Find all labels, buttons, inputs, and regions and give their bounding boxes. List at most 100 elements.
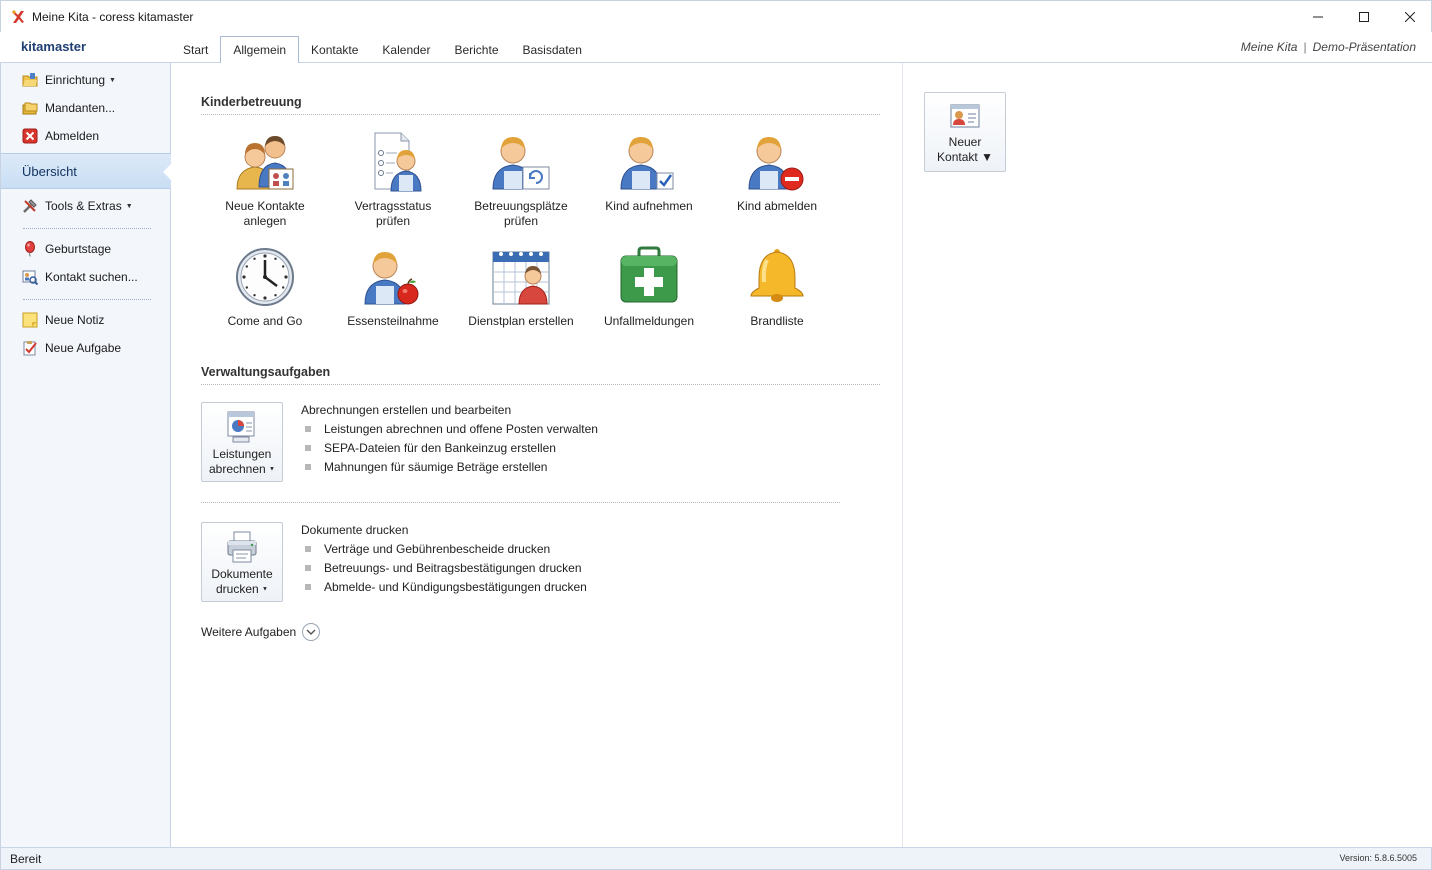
title-bar: Meine Kita - coress kitamaster [0,0,1432,32]
sidebar-item-neue-aufgabe[interactable]: Neue Aufgabe [1,336,171,360]
tile-dienstplan[interactable]: Dienstplan erstellen [457,246,585,350]
tab-allgemein[interactable]: Allgemein [220,36,300,64]
section-title-verwaltungsaufgaben: Verwaltungsaufgaben [201,365,331,379]
weitere-aufgaben-toggle[interactable]: Weitere Aufgaben [201,623,321,641]
tile-label: Unfallmeldungen [603,314,695,328]
leistungen-abrechnen-button[interactable]: Leistungen abrechnen ▼ [201,402,283,482]
sidebar-item-label: Neue Aufgabe [45,341,122,355]
list-item[interactable]: Betreuungs- und Beitragsbestätigungen dr… [301,558,587,577]
contact-search-icon [22,270,38,285]
main-content: Kinderbetreuung Neue Kontakte anlegen Ve… [172,63,902,847]
tab-start[interactable]: Start [171,36,220,63]
contact-card-icon [950,104,980,128]
weitere-aufgaben-label: Weitere Aufgaben [201,625,297,639]
button-label: Dokumente drucken ▼ [211,567,273,596]
section-title-kinderbetreuung: Kinderbetreuung [201,95,302,109]
tile-betreuungsplaetze[interactable]: Betreuungsplätze prüfen [457,131,585,235]
list-item[interactable]: Abmelde- und Kündigungsbestätigungen dru… [301,577,587,596]
minimize-button[interactable] [1295,1,1341,32]
close-button[interactable] [1387,1,1432,32]
sidebar-item-uebersicht[interactable]: Übersicht [1,153,172,189]
tile-label: Come and Go [227,314,303,328]
tile-label: Brandliste [750,314,804,328]
sidebar-item-label: Mandanten... [45,101,116,115]
tab-kalender[interactable]: Kalender [370,36,442,63]
right-panel: Neuer Kontakt ▼ [902,63,1431,847]
sidebar-item-label: Tools & Extras [45,199,122,213]
tools-icon [23,199,37,213]
care-places-icon [492,137,550,190]
maximize-button[interactable] [1341,1,1387,32]
sidebar-item-label: Einrichtung [45,73,106,87]
neuer-kontakt-button[interactable]: Neuer Kontakt ▼ [924,92,1006,172]
tile-unfallmeldungen[interactable]: Unfallmeldungen [585,246,713,350]
sidebar-item-label: Kontakt suchen... [45,270,138,284]
sidebar-item-neue-notiz[interactable]: Neue Notiz [1,308,171,332]
child-admit-icon [620,137,674,190]
section-divider [201,114,880,115]
sidebar-item-geburtstage[interactable]: Geburtstage [1,237,171,261]
list-item[interactable]: Leistungen abrechnen und offene Posten v… [301,419,598,438]
tile-vertragsstatus[interactable]: Vertragsstatus prüfen [329,131,457,235]
logout-icon [22,128,38,144]
kita-name[interactable]: Meine Kita [1241,40,1298,54]
clock-icon [236,248,294,306]
tab-kontakte[interactable]: Kontakte [299,36,370,63]
sidebar-item-abmelden[interactable]: Abmelden [1,124,171,148]
list-item[interactable]: SEPA-Dateien für den Bankeinzug erstelle… [301,438,598,457]
sidebar-item-label: Übersicht [22,163,77,179]
tile-neue-kontakte[interactable]: Neue Kontakte anlegen [201,131,329,235]
presentation-mode[interactable]: Demo-Präsentation [1313,40,1416,54]
expand-chevron-icon[interactable] [302,623,321,641]
tab-basisdaten[interactable]: Basisdaten [511,36,594,63]
bullet-icon [305,583,311,590]
status-text: Bereit [10,852,42,866]
tile-essensteilnahme[interactable]: Essensteilnahme [329,246,457,350]
status-bar: Bereit Version: 5.8.6.5005 [0,847,1432,870]
sidebar-item-mandanten[interactable]: Mandanten... [1,96,171,120]
sidebar-item-label: Abmelden [45,129,100,143]
dropdown-arrow-icon: ▼ [109,76,116,84]
sidebar-item-kontakt-suchen[interactable]: Kontakt suchen... [1,265,171,289]
list-item[interactable]: Verträge und Gebührenbescheide drucken [301,539,587,558]
tile-brandliste[interactable]: Brandliste [713,246,841,350]
dropdown-arrow-icon: ▼ [262,586,268,593]
dropdown-arrow-icon: ▼ [269,466,275,473]
section-divider [201,502,840,503]
tile-label: Dienstplan erstellen [468,314,574,328]
dropdown-arrow-icon: ▼ [981,150,993,164]
task-icon [23,341,37,356]
close-icon [1405,11,1415,22]
tile-kind-abmelden[interactable]: Kind abmelden [713,131,841,235]
ribbon-tab-bar: kitamaster Start Allgemein Kontakte Kale… [0,32,1432,64]
dokumente-drucken-button[interactable]: Dokumente drucken ▼ [201,522,283,602]
new-contacts-icon [236,136,294,190]
selection-notch [163,163,172,181]
sidebar-item-tools[interactable]: Tools & Extras ▼ [1,194,171,218]
tab-berichte[interactable]: Berichte [442,36,510,63]
maximize-icon [1359,11,1369,22]
tile-come-and-go[interactable]: Come and Go [201,246,329,350]
task-list-dokumente: Verträge und Gebührenbescheide drucken B… [301,539,587,596]
tab-strip: Start Allgemein Kontakte Kalender Berich… [171,36,594,64]
task-list-abrechnungen: Leistungen abrechnen und offene Posten v… [301,419,598,476]
button-label: Leistungen abrechnen ▼ [208,447,275,476]
contract-status-icon [374,132,422,192]
duty-roster-icon [492,251,550,305]
bullet-icon [305,463,311,470]
billing-icon [227,411,255,443]
task-heading-abrechnungen: Abrechnungen erstellen und bearbeiten [301,403,512,417]
bullet-icon [305,444,311,451]
kita-separator: | [1303,40,1307,54]
tile-kind-aufnehmen[interactable]: Kind aufnehmen [585,131,713,235]
sidebar-item-einrichtung[interactable]: Einrichtung ▼ [1,68,171,92]
sidebar: Einrichtung ▼ Mandanten... Abmelden Übers… [0,63,172,847]
tile-label: Kind abmelden [736,199,818,213]
meal-icon [364,252,419,305]
app-logo-icon [12,10,24,23]
tile-label: Neue Kontakte anlegen [225,199,305,228]
list-item[interactable]: Mahnungen für säumige Beträge erstellen [301,457,598,476]
sidebar-separator [23,299,151,300]
kita-info: Meine Kita | Demo-Präsentation [1241,40,1416,54]
dropdown-arrow-icon: ▼ [125,202,133,210]
